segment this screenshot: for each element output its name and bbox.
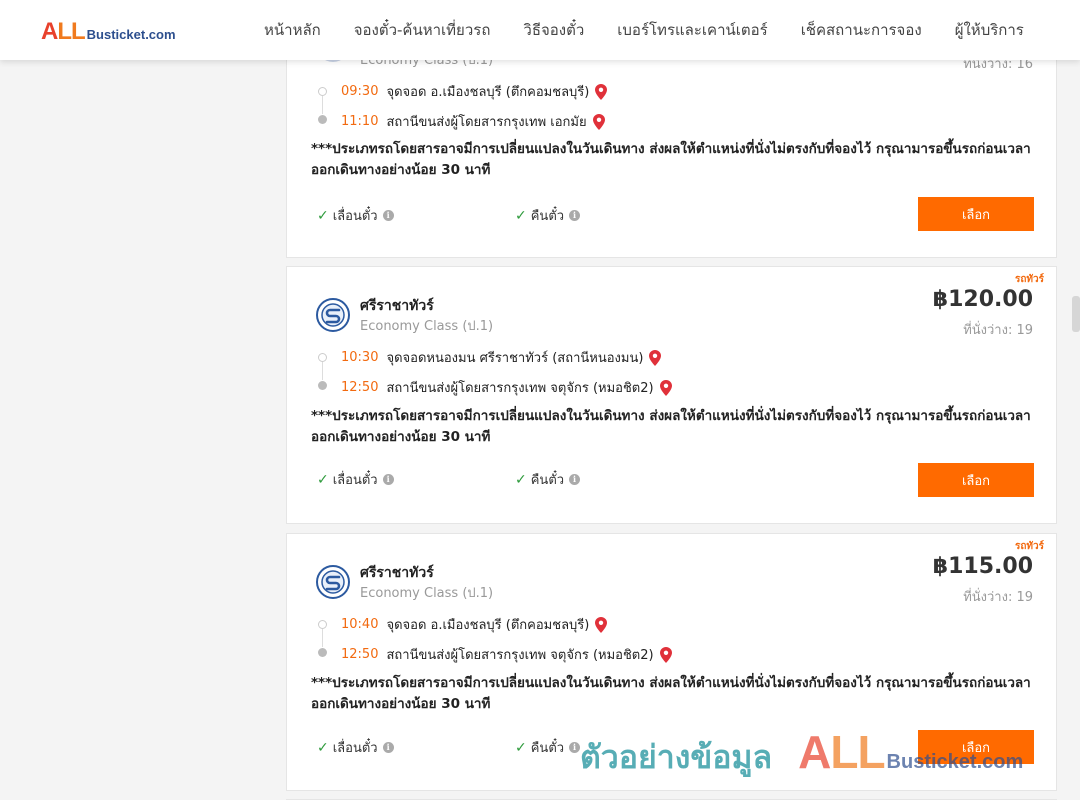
main-nav: หน้าหลัก จองตั๋ว-ค้นหาเที่ยวรถ วิธีจองตั…: [264, 0, 1024, 60]
reschedule-option: ✓ เลื่อนตั๋ว i: [317, 469, 394, 490]
check-icon: ✓: [317, 739, 329, 756]
seat-class: Economy Class (ป.1): [360, 586, 494, 601]
seats-available: ที่นั่งว่าง: 19: [963, 590, 1033, 605]
reschedule-option: ✓ เลื่อนตั๋ว i: [317, 205, 394, 226]
bus-type-tag: รถทัวร์: [1014, 274, 1044, 285]
refund-option: ✓ คืนตั๋ว i: [515, 205, 581, 226]
site-logo[interactable]: ALL Busticket.com: [41, 18, 176, 46]
departure-stop: 10:40 จุดจอด อ.เมืองชลบุรี (ตึกคอมชลบุรี…: [341, 614, 608, 635]
operator-logo-icon: [316, 298, 350, 332]
arrival-stop: 11:10 สถานีขนส่งผู้โดยสารกรุงเทพ เอกมัย: [341, 111, 605, 132]
arrival-stop: 12:50 สถานีขนส่งผู้โดยสารกรุงเทพ จตุจักร…: [341, 644, 672, 665]
check-icon: ✓: [515, 207, 527, 224]
seats-available: ที่นั่งว่าง: 19: [963, 323, 1033, 338]
route-timeline: [318, 620, 328, 660]
operator-name: ศรีราชาทัวร์: [360, 565, 434, 581]
operator-name: ศรีราชาทัวร์: [360, 298, 434, 314]
nav-operators[interactable]: ผู้ให้บริการ: [955, 18, 1024, 42]
ticket-card: รถทัวร์ ศรีราชาทัวร์ Economy Class (ป.1)…: [286, 533, 1057, 791]
departure-stop: 10:30 จุดจอดหนองมน ศรีราชาทัวร์ (สถานีหน…: [341, 347, 662, 368]
map-pin-icon[interactable]: [659, 379, 672, 396]
refund-option: ✓ คืนตั๋ว i: [515, 469, 581, 490]
info-icon[interactable]: i: [569, 474, 581, 485]
reschedule-option: ✓ เลื่อนตั๋ว i: [317, 737, 394, 758]
seat-class: Economy Class (ป.1): [360, 319, 494, 334]
ticket-price: ฿120.00: [932, 287, 1033, 312]
route-timeline: [318, 87, 328, 127]
nav-booking-status[interactable]: เช็คสถานะการจอง: [801, 18, 922, 42]
info-icon[interactable]: i: [569, 742, 581, 753]
map-pin-icon[interactable]: [595, 616, 608, 633]
departure-stop: 09:30 จุดจอด อ.เมืองชลบุรี (ตึกคอมชลบุรี…: [341, 81, 608, 102]
map-pin-icon[interactable]: [659, 646, 672, 663]
bus-type-tag: รถทัวร์: [1014, 541, 1044, 552]
nav-home[interactable]: หน้าหลัก: [264, 18, 321, 42]
scrollbar-thumb[interactable]: [1072, 296, 1080, 332]
nav-how-to-book[interactable]: วิธีจองตั๋ว: [523, 18, 584, 42]
route-timeline: [318, 353, 328, 393]
check-icon: ✓: [317, 207, 329, 224]
refund-option: ✓ คืนตั๋ว i: [515, 737, 581, 758]
info-icon[interactable]: i: [569, 210, 581, 221]
check-icon: ✓: [317, 471, 329, 488]
select-button[interactable]: เลือก: [918, 197, 1034, 231]
select-button[interactable]: เลือก: [918, 730, 1034, 764]
map-pin-icon[interactable]: [649, 349, 662, 366]
nav-contact-counters[interactable]: เบอร์โทรและเคาน์เตอร์: [617, 18, 767, 42]
operator-logo-icon: [316, 565, 350, 599]
check-icon: ✓: [515, 739, 527, 756]
info-icon[interactable]: i: [382, 474, 394, 485]
select-button[interactable]: เลือก: [918, 463, 1034, 497]
info-icon[interactable]: i: [382, 742, 394, 753]
seat-change-notice: ***ประเภทรถโดยสารอาจมีการเปลี่ยนแปลงในวั…: [311, 408, 1031, 445]
site-header: ALL Busticket.com หน้าหลัก จองตั๋ว-ค้นหา…: [0, 0, 1080, 60]
seat-change-notice: ***ประเภทรถโดยสารอาจมีการเปลี่ยนแปลงในวั…: [311, 675, 1031, 712]
seat-change-notice: ***ประเภทรถโดยสารอาจมีการเปลี่ยนแปลงในวั…: [311, 141, 1031, 178]
info-icon[interactable]: i: [382, 210, 394, 221]
map-pin-icon[interactable]: [592, 113, 605, 130]
nav-book-search[interactable]: จองตั๋ว-ค้นหาเที่ยวรถ: [354, 18, 491, 42]
arrival-stop: 12:50 สถานีขนส่งผู้โดยสารกรุงเทพ จตุจักร…: [341, 377, 672, 398]
check-icon: ✓: [515, 471, 527, 488]
map-pin-icon[interactable]: [595, 83, 608, 100]
ticket-price: ฿115.00: [932, 554, 1033, 579]
ticket-card: รถทัวร์ ศรีราชาทัวร์ Economy Class (ป.1)…: [286, 266, 1057, 524]
